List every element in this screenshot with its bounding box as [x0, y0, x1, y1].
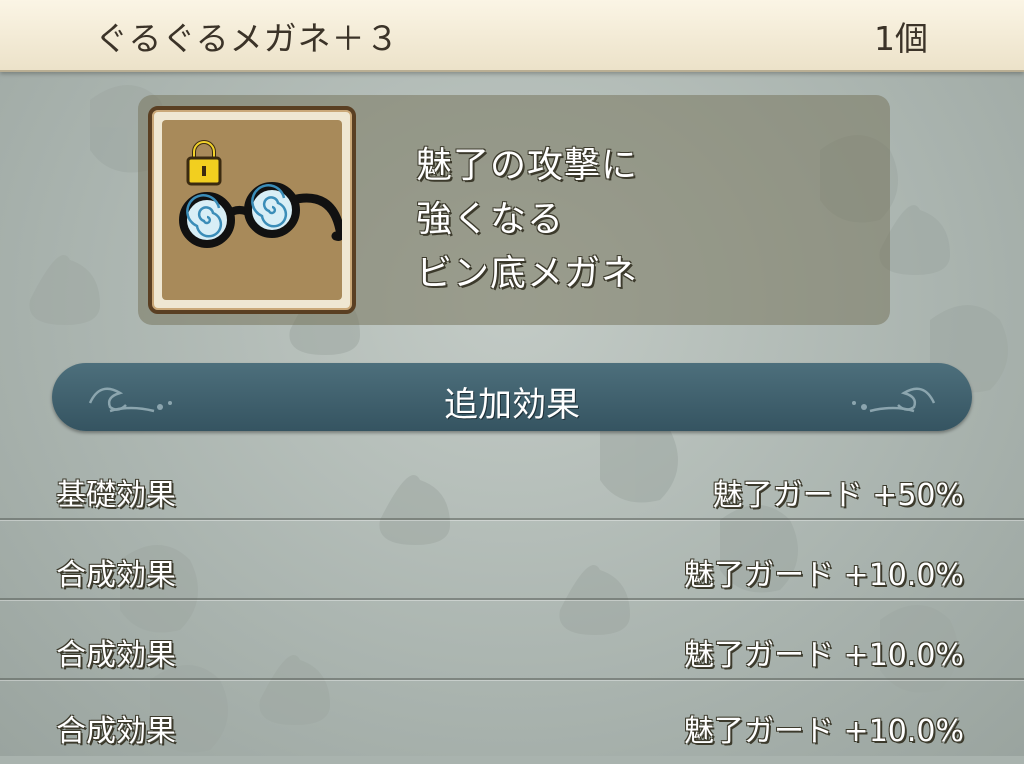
row-divider — [0, 518, 1024, 520]
row-divider — [0, 678, 1024, 680]
effect-value: 魅了ガード +50% — [712, 478, 964, 513]
effect-label: 基礎効果 — [56, 478, 176, 513]
item-count: 1個 — [874, 19, 928, 58]
right-flourish-icon — [852, 387, 936, 413]
effect-value: 魅了ガード +10.0% — [684, 558, 964, 593]
title-bar: ぐるぐるメガネ＋３ 1個 — [0, 0, 1024, 72]
effect-value: 魅了ガード +10.0% — [684, 714, 964, 749]
effect-row: 合成効果 魅了ガード +10.0% — [0, 608, 1024, 688]
section-banner: 追加効果 — [52, 363, 972, 431]
item-description-line-2: 強くなる — [416, 199, 565, 240]
effect-label: 合成効果 — [56, 558, 176, 593]
item-icon-frame[interactable] — [148, 106, 356, 314]
effect-row: 合成効果 魅了ガード +10.0% — [0, 684, 1024, 764]
swirl-glasses-icon — [162, 120, 342, 300]
padlock-icon — [186, 140, 222, 186]
effect-row: 合成効果 魅了ガード +10.0% — [0, 528, 1024, 608]
item-description-line-3: ビン底メガネ — [416, 253, 639, 294]
effect-label: 合成効果 — [56, 638, 176, 673]
item-description-line-1: 魅了の攻撃に — [416, 145, 639, 186]
row-divider — [0, 598, 1024, 600]
effect-label: 合成効果 — [56, 714, 176, 749]
item-name: ぐるぐるメガネ＋３ — [95, 19, 400, 58]
effect-value: 魅了ガード +10.0% — [684, 638, 964, 673]
effect-row: 基礎効果 魅了ガード +50% — [0, 448, 1024, 528]
